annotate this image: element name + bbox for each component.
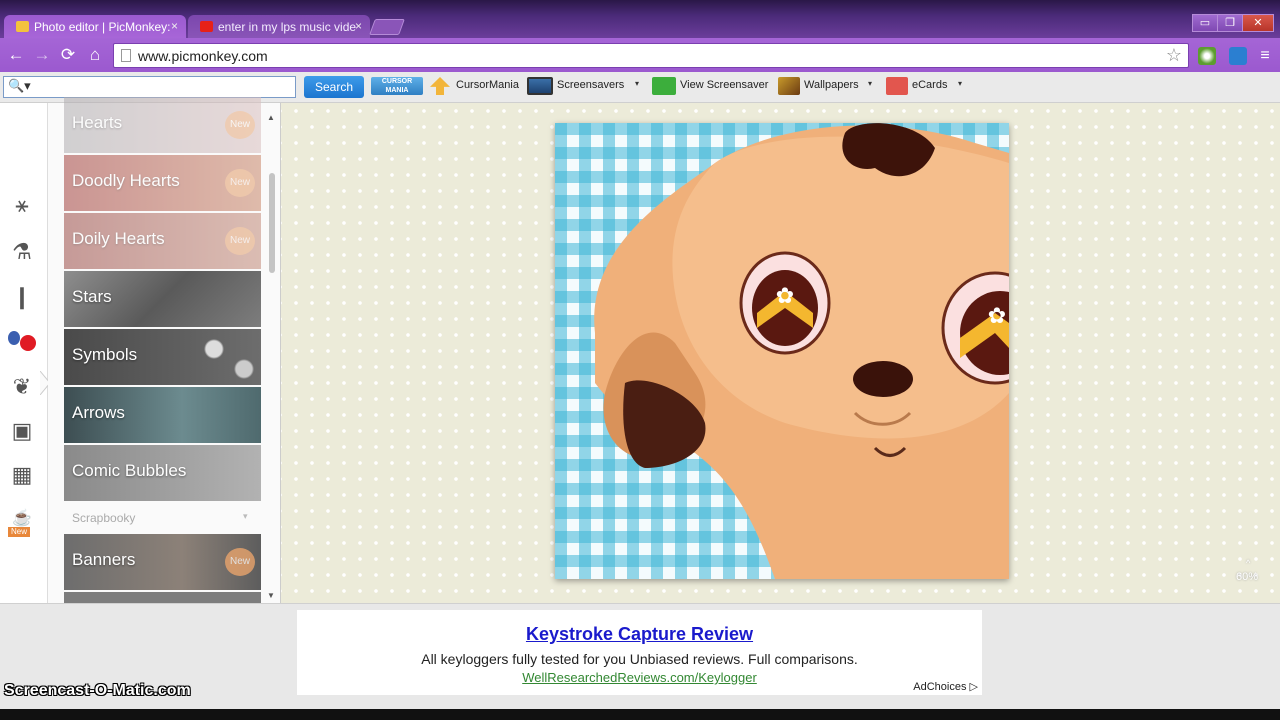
scroll-down-icon[interactable]: ▼ (267, 591, 275, 600)
svg-text:✿: ✿ (988, 304, 1006, 329)
brush-icon[interactable]: ❙ (8, 283, 36, 311)
forward-button[interactable]: → (32, 45, 52, 65)
menu-icon[interactable]: ≡ (1256, 47, 1274, 65)
search-button[interactable]: Search (304, 76, 364, 98)
new-badge: New (225, 548, 255, 576)
overlay-category-label: Doodly Hearts (72, 171, 180, 190)
editor-tool-rail: ⚹ ⚗ ❙ ❦ ▣ ▦ ☕ New (0, 103, 48, 603)
tab-title: Photo editor | PicMonkey: (34, 20, 171, 34)
butterfly-icon[interactable]: ❦ (8, 373, 36, 401)
texture-icon[interactable]: ▦ (8, 461, 36, 489)
overlay-category-label: Comic Bubbles (72, 461, 187, 480)
lps-dog-figure: ✿ ✿ (594, 123, 1009, 579)
overlay-category-label: Hearts (72, 113, 123, 132)
reload-button[interactable]: ⟳ (58, 45, 78, 65)
frame-icon[interactable]: ▣ (8, 417, 36, 445)
ad-title-link[interactable]: Keystroke Capture Review (297, 624, 982, 645)
new-badge: New (225, 169, 255, 197)
screencast-watermark: Screencast-O-Matic.com (4, 682, 191, 699)
bookmark-cursormania[interactable]: CursorMania (456, 79, 519, 91)
bookmark-view-screensaver[interactable]: View Screensaver (680, 79, 768, 91)
tab-lps-music-video[interactable]: enter in my lps music vide × (188, 15, 370, 39)
wallpaper-icon (778, 77, 800, 95)
scrapbooky-section-header[interactable]: Scrapbooky (72, 511, 135, 525)
browser-toolbar: ← → ⟳ ⌂ www.picmonkey.com ☆ ≡ (0, 38, 1280, 72)
taskbar-edge (0, 709, 1280, 720)
browser-tab-strip: Photo editor | PicMonkey: × enter in my … (0, 0, 1280, 39)
ecard-icon (886, 77, 908, 95)
overlay-category-stars[interactable]: Stars (64, 271, 261, 327)
ecards-dropdown-icon[interactable]: ▾ (958, 79, 962, 88)
ad-description: All keyloggers fully tested for you Unbi… (421, 651, 858, 667)
new-badge: New (8, 527, 31, 537)
text-ad: Keystroke Capture Review All keyloggers … (297, 610, 982, 695)
new-badge: New (225, 111, 255, 139)
youtube-favicon-icon (200, 21, 213, 32)
minimize-button[interactable]: ▭ (1192, 14, 1218, 32)
overlay-category-label: Arrows (72, 403, 125, 422)
close-window-button[interactable]: ✕ (1242, 14, 1274, 32)
adchoices-link[interactable]: AdChoices ▷ (913, 680, 978, 693)
new-tab-button[interactable] (369, 19, 405, 35)
themes-icon[interactable]: ☕ New (8, 505, 36, 537)
overlay-category-hearts[interactable]: Hearts New (64, 97, 261, 153)
restore-button[interactable]: ❐ (1217, 14, 1243, 32)
flask-icon[interactable]: ⚗ (8, 238, 36, 266)
cursormania-logo-icon: CURSOR MANIA (371, 77, 423, 95)
scroll-up-icon[interactable]: ▲ (267, 113, 275, 122)
url-text: www.picmonkey.com (138, 48, 268, 64)
screensavers-dropdown-icon[interactable]: ▾ (635, 79, 639, 88)
green-arrow-icon (652, 77, 676, 95)
bookmark-ecards[interactable]: eCards (912, 79, 947, 91)
overlay-category-label: Banners (72, 550, 136, 569)
ad-area: Keystroke Capture Review All keyloggers … (0, 603, 1280, 709)
cursormania-arrow-icon (430, 77, 450, 95)
chevron-down-icon[interactable]: ▾ (243, 511, 248, 522)
tab-close-icon[interactable]: × (171, 19, 178, 33)
bookmark-star-icon[interactable]: ☆ (1166, 45, 1182, 66)
toolbar-search-input[interactable]: 🔍▾ (3, 76, 296, 98)
overlay-category-doodly-hearts[interactable]: Doodly Hearts New (64, 155, 261, 211)
zoom-up-icon[interactable]: ^ (1246, 558, 1250, 568)
overlays-panel: Hearts New Doodly Hearts New Doily Heart… (48, 97, 281, 603)
eye-extension-icon[interactable] (1198, 47, 1216, 65)
overlay-category-label: Doily Hearts (72, 229, 165, 248)
overlay-category-label: Symbols (72, 345, 138, 364)
extension-icon[interactable] (1229, 47, 1247, 65)
bookmark-wallpapers[interactable]: Wallpapers (804, 79, 859, 91)
bookmark-screensavers[interactable]: Screensavers (557, 79, 624, 91)
picmonkey-favicon-icon (16, 21, 29, 32)
overlay-category-comic-bubbles[interactable]: Comic Bubbles (64, 445, 261, 501)
back-button[interactable]: ← (6, 45, 26, 65)
ad-url-link[interactable]: WellResearchedReviews.com/Keylogger (297, 670, 982, 685)
wallpapers-dropdown-icon[interactable]: ▾ (868, 79, 872, 88)
overlay-category-banners[interactable]: Banners New (64, 534, 261, 590)
zoom-level[interactable]: 60% (1236, 571, 1258, 583)
svg-text:✿: ✿ (776, 284, 794, 309)
overlay-category-next[interactable] (64, 592, 261, 603)
screen: Photo editor | PicMonkey: × enter in my … (0, 0, 1280, 720)
picmonkey-editor: ⚹ ⚗ ❙ ❦ ▣ ▦ ☕ New Hearts New Doodly Hear… (0, 97, 1280, 603)
overlay-category-arrows[interactable]: Arrows (64, 387, 261, 443)
new-badge: New (225, 227, 255, 255)
lollipop-icon[interactable] (8, 331, 36, 359)
tab-close-icon[interactable]: × (355, 19, 362, 33)
page-icon (121, 49, 131, 62)
tab-title: enter in my lps music vide (218, 20, 357, 34)
overlay-category-label: Stars (72, 287, 112, 306)
monitor-icon (527, 77, 553, 95)
search-icon[interactable]: 🔍▾ (8, 78, 31, 94)
panel-scrollbar-thumb[interactable] (269, 173, 275, 273)
overlay-category-symbols[interactable]: Symbols (64, 329, 261, 385)
photo-canvas[interactable]: ✿ ✿ (555, 123, 1009, 579)
overlay-category-doily-hearts[interactable]: Doily Hearts New (64, 213, 261, 269)
tab-photo-editor[interactable]: Photo editor | PicMonkey: × (4, 15, 186, 39)
home-button[interactable]: ⌂ (85, 45, 105, 65)
address-bar[interactable]: www.picmonkey.com ☆ (113, 43, 1189, 68)
effects-icon[interactable]: ⚹ (8, 191, 36, 219)
